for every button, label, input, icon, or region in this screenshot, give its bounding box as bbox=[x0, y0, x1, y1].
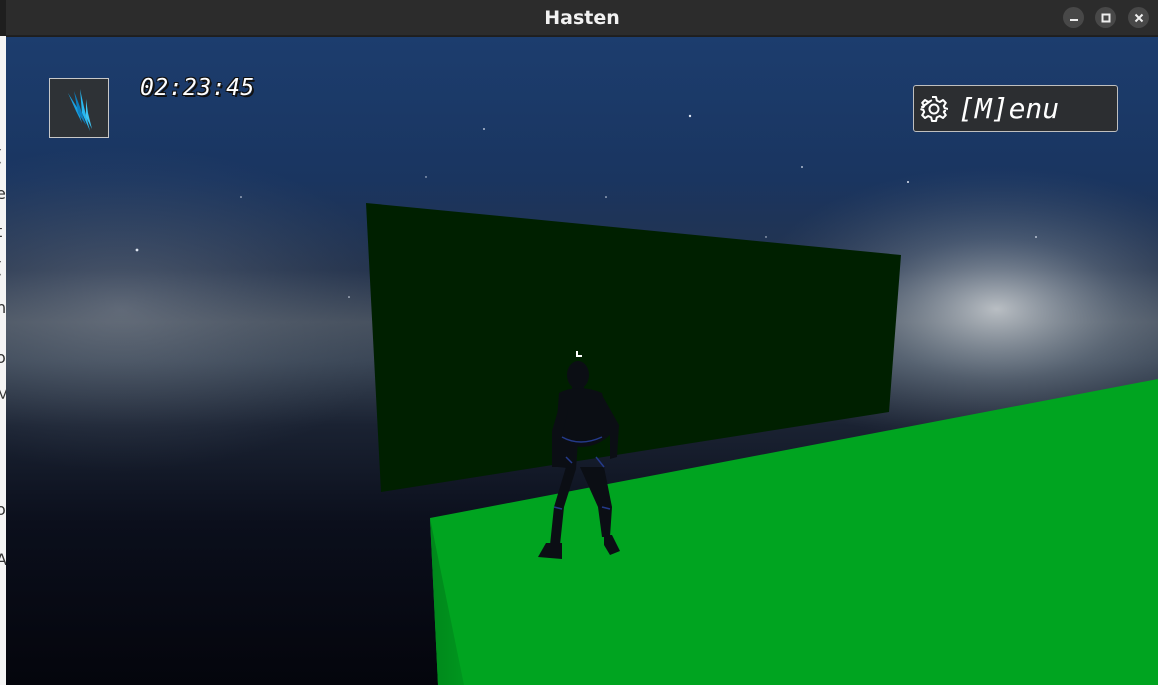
game-window: ( e t ( n o M i i o A Hasten bbox=[0, 0, 1158, 685]
bg-fragment: e bbox=[0, 184, 6, 203]
close-button[interactable] bbox=[1128, 7, 1149, 28]
minimize-icon bbox=[1069, 18, 1078, 21]
bg-fragment: ( bbox=[0, 258, 2, 277]
menu-label: [M]enu bbox=[958, 92, 1060, 125]
game-viewport[interactable]: 02:23:45 [M]enu bbox=[6, 37, 1158, 685]
maximize-icon bbox=[1101, 13, 1110, 22]
ability-slot bbox=[49, 78, 109, 138]
window-title: Hasten bbox=[544, 7, 620, 29]
crosshair bbox=[576, 351, 582, 357]
maximize-button[interactable] bbox=[1095, 7, 1116, 28]
minimize-button[interactable] bbox=[1063, 7, 1084, 28]
game-scene bbox=[6, 37, 1158, 685]
bg-fragment: t bbox=[0, 222, 2, 241]
crystal-shard-icon bbox=[68, 89, 92, 131]
bg-fragment: o bbox=[0, 500, 6, 519]
title-bar[interactable]: Hasten bbox=[6, 0, 1158, 36]
close-icon bbox=[1134, 13, 1143, 22]
bg-fragment: o bbox=[0, 348, 6, 367]
run-timer: 02:23:45 bbox=[140, 75, 255, 101]
bg-fragment: ( bbox=[0, 146, 2, 165]
menu-button[interactable]: [M]enu bbox=[913, 85, 1118, 132]
gear-icon bbox=[920, 96, 948, 122]
